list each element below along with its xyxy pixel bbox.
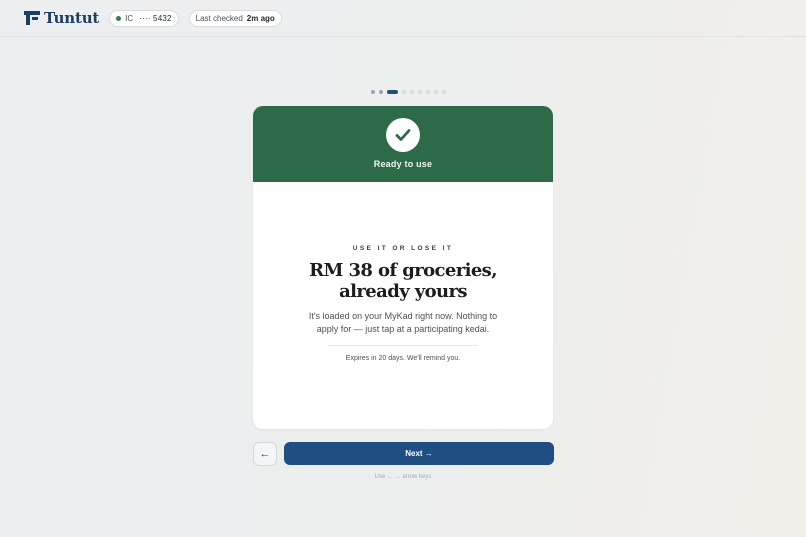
last-checked-value: 2m ago xyxy=(246,13,275,23)
progress-dot xyxy=(426,90,430,94)
eyebrow-text: USE IT OR LOSE IT xyxy=(352,245,454,252)
ic-number: ···· 5432 xyxy=(139,13,172,23)
benefit-card: Ready to use USE IT OR LOSE IT RM 38 of … xyxy=(253,106,553,429)
next-button[interactable]: Next → xyxy=(284,442,554,465)
progress-dot xyxy=(434,90,438,94)
expiry-note: Expires in 20 days. We'll remind you. xyxy=(345,355,461,362)
checkmark-icon xyxy=(395,129,411,141)
ic-badge[interactable]: IC ···· 5432 xyxy=(109,9,179,27)
progress-dot xyxy=(387,90,398,94)
status-label: Ready to use xyxy=(373,159,433,169)
last-checked-badge: Last checked 2m ago xyxy=(188,9,282,27)
status-dot-icon xyxy=(116,15,122,21)
logo-icon xyxy=(24,11,40,25)
keyboard-hint: Use ← → arrow keys xyxy=(374,474,432,480)
description: It's loaded on your MyKad right now. Not… xyxy=(308,311,498,334)
progress-dot xyxy=(371,90,375,94)
divider xyxy=(328,345,478,346)
progress-dot xyxy=(379,90,383,94)
last-checked-label: Last checked xyxy=(195,13,243,23)
progress-dot xyxy=(402,90,406,94)
step-progress xyxy=(371,90,446,94)
ic-label: IC xyxy=(125,13,134,23)
card-status-header: Ready to use xyxy=(253,106,553,182)
headline: RM 38 of groceries, already yours xyxy=(309,260,497,302)
check-circle xyxy=(386,118,420,152)
progress-dot xyxy=(418,90,422,94)
progress-dot xyxy=(410,90,414,94)
progress-dot xyxy=(442,90,446,94)
back-button[interactable]: ← xyxy=(253,442,277,466)
card-body: USE IT OR LOSE IT RM 38 of groceries, al… xyxy=(253,245,553,362)
brand-name: Tuntut xyxy=(44,9,100,27)
brand-logo[interactable]: Tuntut xyxy=(24,9,99,27)
top-bar: Tuntut IC ···· 5432 Last checked 2m ago xyxy=(0,0,806,37)
